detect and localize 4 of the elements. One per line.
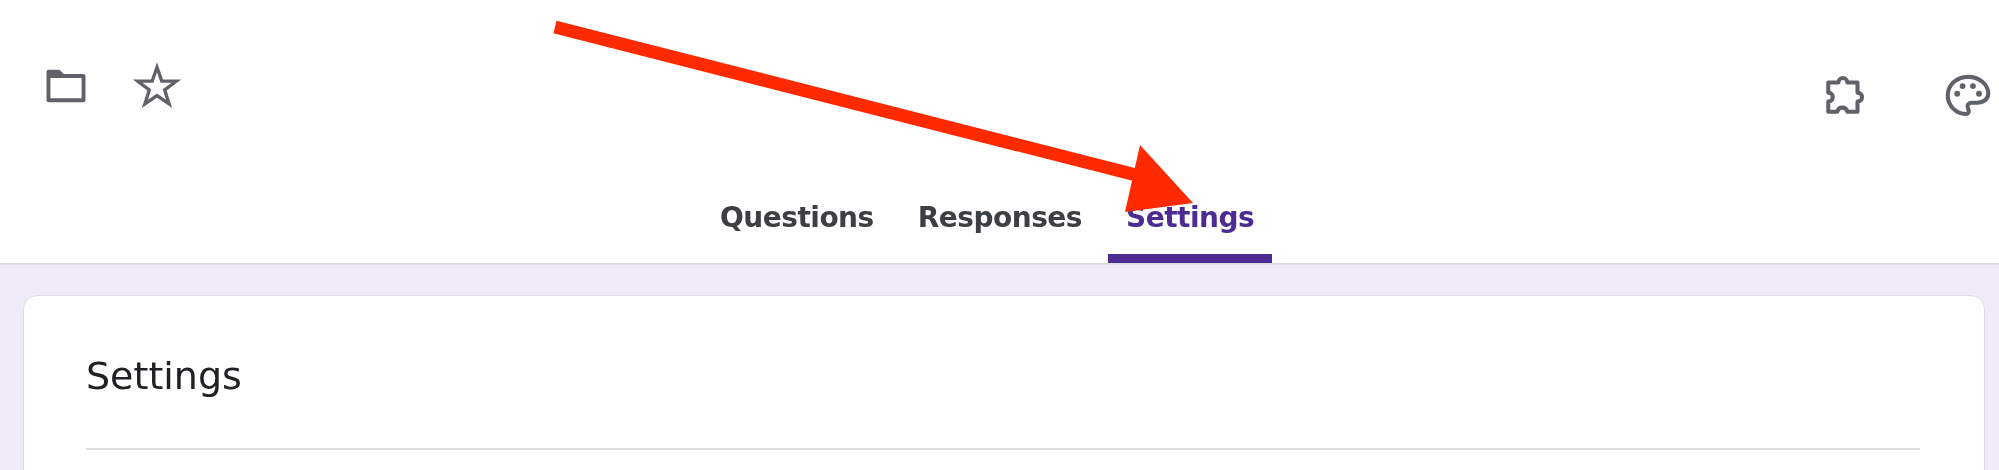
tab[interactable]: Responses <box>899 172 1100 263</box>
card-title: Settings <box>86 353 243 398</box>
star-icon[interactable] <box>132 61 182 111</box>
tab[interactable]: Questions <box>702 172 892 263</box>
